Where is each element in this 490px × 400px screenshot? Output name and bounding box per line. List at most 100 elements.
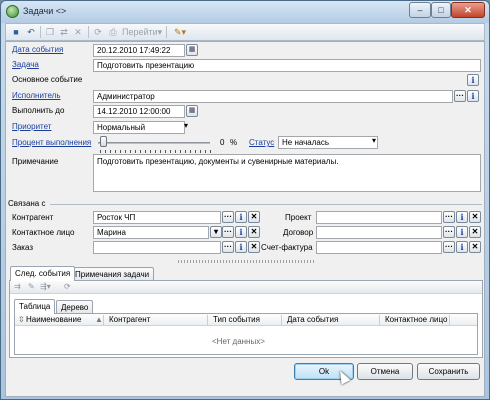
clear-icon[interactable]: ✕ xyxy=(248,211,260,223)
refresh-icon[interactable]: ⟳ xyxy=(64,282,71,291)
task-label[interactable]: Задача xyxy=(12,60,39,69)
clear-icon[interactable]: ✕ xyxy=(469,241,481,253)
select-contract-button[interactable]: ··· xyxy=(443,226,455,238)
goto-button[interactable]: Перейти▾ xyxy=(122,26,162,39)
toolbar-separator xyxy=(40,26,41,38)
info-icon[interactable]: i xyxy=(467,74,479,86)
select-order-button[interactable]: ··· xyxy=(222,241,234,253)
project-field[interactable] xyxy=(316,211,442,224)
priority-label[interactable]: Приоритет xyxy=(12,122,51,131)
toolbar-separator xyxy=(88,26,89,38)
project-label: Проект xyxy=(285,213,312,222)
column-header[interactable]: Тип события xyxy=(213,315,260,325)
move-icon[interactable]: ⇄ xyxy=(58,26,70,39)
executor-field[interactable]: Администратор xyxy=(93,90,453,103)
empty-grid-text: <Нет данных> xyxy=(212,337,265,346)
executor-label[interactable]: Исполнитель xyxy=(12,91,61,100)
column-divider xyxy=(207,315,208,325)
column-divider xyxy=(281,315,282,325)
next-events-panel: ⇉ ✎ ⇶▾ ⟳ Таблица Дерево ⇳ Наименование ▲… xyxy=(9,280,483,358)
order-field[interactable] xyxy=(93,241,221,254)
contact-field[interactable]: Марина xyxy=(93,226,209,239)
cancel-button[interactable]: Отмена xyxy=(357,363,413,380)
chevron-down-icon[interactable]: ▾ xyxy=(184,121,188,130)
splitter-handle[interactable] xyxy=(178,260,314,263)
progress-slider-thumb[interactable] xyxy=(100,136,107,147)
delete-icon[interactable]: ⇶▾ xyxy=(40,282,51,291)
save-icon[interactable]: ■ xyxy=(10,26,22,39)
note-field[interactable]: Подготовить презентацию, документы и сув… xyxy=(93,154,481,192)
tab-task-notes[interactable]: Примечания задачи xyxy=(70,267,155,281)
clear-icon[interactable]: ✕ xyxy=(469,226,481,238)
event-date-field[interactable]: 20.12.2010 17:49:22 xyxy=(93,44,185,57)
chevron-down-icon[interactable]: ▾ xyxy=(210,226,222,238)
form-area: Дата события 20.12.2010 17:49:22 ▦ Задач… xyxy=(5,41,485,397)
due-label: Выполнить до xyxy=(12,106,65,115)
status-label[interactable]: Статус xyxy=(249,138,274,147)
add-icon[interactable]: ⇉ xyxy=(14,282,21,291)
invoice-field[interactable] xyxy=(316,241,442,254)
column-header[interactable]: Наименование xyxy=(26,315,81,325)
close-button[interactable]: ✕ xyxy=(451,2,485,18)
column-chooser-icon[interactable]: ⇳ xyxy=(18,315,25,325)
undo-icon[interactable]: ↶ xyxy=(25,26,37,39)
contract-field[interactable] xyxy=(316,226,442,239)
progress-label[interactable]: Процент выполнения xyxy=(12,138,91,147)
select-contact-button[interactable]: ··· xyxy=(222,226,234,238)
clear-icon[interactable]: ✕ xyxy=(248,241,260,253)
events-grid: ⇳ Наименование ▲ Контрагент Тип события … xyxy=(14,313,478,355)
tools-icon[interactable]: ✎▾ xyxy=(170,26,190,39)
chevron-down-icon: ▾ xyxy=(157,27,163,37)
info-icon[interactable]: i xyxy=(467,90,479,102)
info-icon[interactable]: i xyxy=(235,226,247,238)
select-invoice-button[interactable]: ··· xyxy=(443,241,455,253)
progress-value: 0 xyxy=(220,138,225,147)
event-date-label[interactable]: Дата события xyxy=(12,45,63,54)
subtab-tree[interactable]: Дерево xyxy=(56,300,94,314)
select-executor-button[interactable]: ··· xyxy=(454,90,466,102)
info-icon[interactable]: i xyxy=(235,211,247,223)
progress-slider-track[interactable] xyxy=(98,142,210,144)
task-window: Задачи <> – □ ✕ ■ ↶ ❐ ⇄ ✕ ⟳ ⎙ Перейти▾ ✎… xyxy=(0,0,490,400)
select-contractor-button[interactable]: ··· xyxy=(222,211,234,223)
priority-select[interactable]: Нормальный xyxy=(93,121,185,134)
chevron-down-icon[interactable]: ▾ xyxy=(372,136,376,145)
status-select[interactable]: Не началась xyxy=(278,136,378,149)
clear-icon[interactable]: ✕ xyxy=(248,226,260,238)
task-field[interactable]: Подготовить презентацию xyxy=(93,59,481,72)
column-header[interactable]: Дата события xyxy=(287,315,338,325)
progress-unit: % xyxy=(230,138,238,147)
due-field[interactable]: 14.12.2010 12:00:00 xyxy=(93,105,185,118)
invoice-label: Счет-фактура xyxy=(261,243,313,252)
subtab-table[interactable]: Таблица xyxy=(14,299,56,314)
contract-label: Договор xyxy=(283,228,314,237)
info-icon[interactable]: i xyxy=(235,241,247,253)
print-icon[interactable]: ⎙ xyxy=(107,26,119,39)
calendar-icon[interactable]: ▦ xyxy=(186,105,198,117)
title-bar[interactable]: Задачи <> – □ ✕ xyxy=(1,1,489,23)
contact-label: Контактное лицо xyxy=(12,228,75,237)
tab-next-events[interactable]: След. события xyxy=(10,266,76,281)
minimize-button[interactable]: – xyxy=(409,2,431,18)
goto-label: Перейти xyxy=(122,27,158,37)
copy-icon[interactable]: ❐ xyxy=(44,26,56,39)
column-header[interactable]: Контрагент xyxy=(109,315,150,325)
info-icon[interactable]: i xyxy=(456,226,468,238)
calendar-icon[interactable]: ▦ xyxy=(186,44,198,56)
select-project-button[interactable]: ··· xyxy=(443,211,455,223)
base-event-label: Основное событие xyxy=(12,75,83,84)
delete-icon[interactable]: ✕ xyxy=(72,26,84,39)
app-icon xyxy=(6,5,19,18)
group-divider xyxy=(50,204,482,205)
info-icon[interactable]: i xyxy=(456,211,468,223)
edit-icon[interactable]: ✎ xyxy=(28,282,35,291)
toolbar: ■ ↶ ❐ ⇄ ✕ ⟳ ⎙ Перейти▾ ✎▾ xyxy=(5,23,485,41)
save-button[interactable]: Сохранить xyxy=(417,363,480,380)
clear-icon[interactable]: ✕ xyxy=(469,211,481,223)
contractor-field[interactable]: Росток ЧП xyxy=(93,211,221,224)
refresh-icon[interactable]: ⟳ xyxy=(92,26,104,39)
info-icon[interactable]: i xyxy=(456,241,468,253)
maximize-button[interactable]: □ xyxy=(431,2,451,18)
order-label: Заказ xyxy=(12,243,33,252)
column-header[interactable]: Контактное лицо xyxy=(385,315,447,325)
